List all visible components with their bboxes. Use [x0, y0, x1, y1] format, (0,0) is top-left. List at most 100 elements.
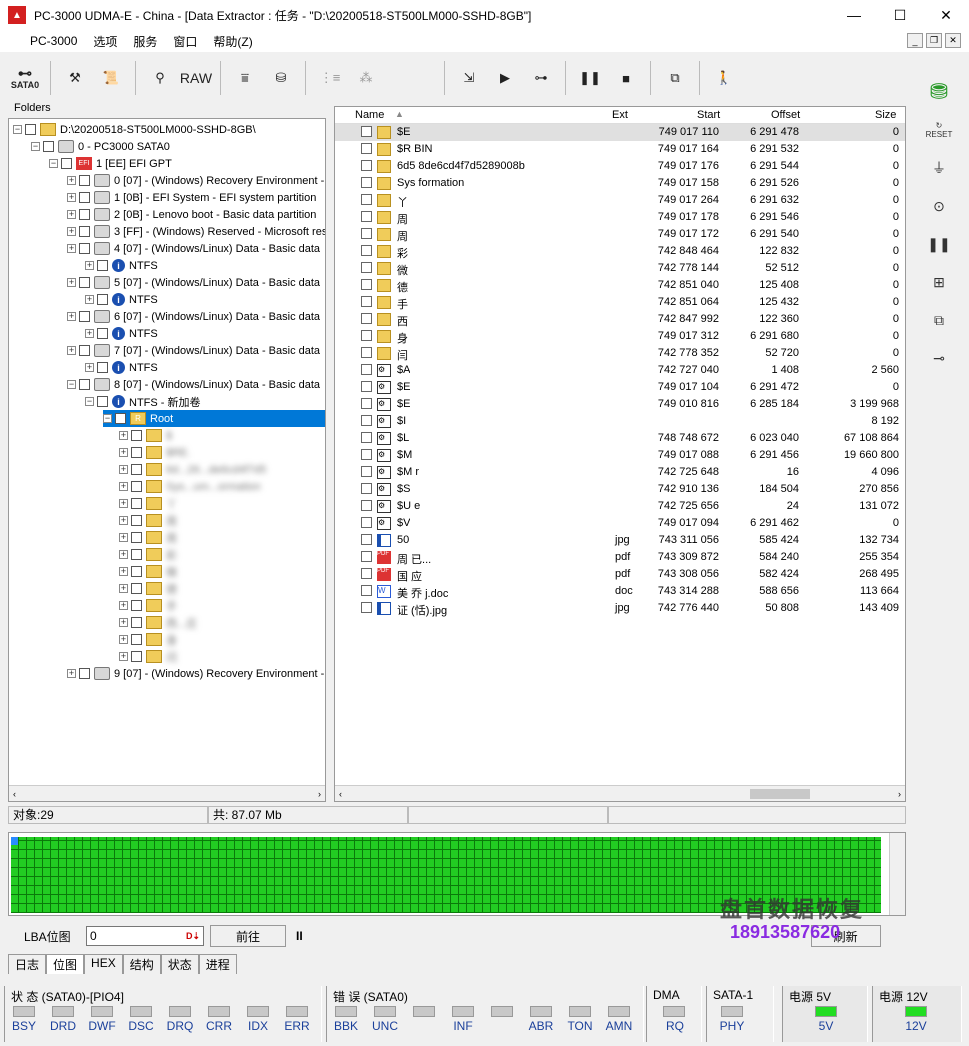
minimize-button[interactable]: —: [831, 0, 877, 30]
pause-map-button[interactable]: II: [296, 929, 303, 943]
tree-partition[interactable]: −8 [07] - (Windows/Linux) Data - Basic d…: [67, 376, 320, 393]
map-vscroll[interactable]: [889, 833, 905, 915]
tree-partition[interactable]: +0 [07] - (Windows) Recovery Environment…: [67, 172, 324, 189]
tree-subfolder[interactable]: + 周: [119, 529, 177, 546]
tree-subfolder[interactable]: + $: [119, 427, 172, 444]
file-row[interactable]: ⚙ $M r 742 725 648 16 4 096: [335, 464, 905, 481]
file-row[interactable]: $R BIN 749 017 164 6 291 532 0: [335, 141, 905, 158]
file-row[interactable]: Sys formation 749 017 158 6 291 526 0: [335, 175, 905, 192]
file-row[interactable]: 50 jpg 743 311 056 585 424 132 734: [335, 532, 905, 549]
file-row[interactable]: ⚙ $S 742 910 136 184 504 270 856: [335, 481, 905, 498]
file-row[interactable]: ⚙ $A 742 727 040 1 408 2 560: [335, 362, 905, 379]
tree-partition[interactable]: +9 [07] - (Windows) Recovery Environment…: [67, 665, 324, 682]
tree-subfolder[interactable]: + Sys...um...ormation: [119, 478, 261, 495]
file-row[interactable]: 周 749 017 178 6 291 546 0: [335, 209, 905, 226]
close-button[interactable]: ✕: [923, 0, 969, 30]
file-row[interactable]: PDF 周 已... pdf 743 309 872 584 240 255 354: [335, 549, 905, 566]
scroll-left-icon[interactable]: ‹: [339, 789, 342, 799]
tab-process[interactable]: 进程: [198, 954, 237, 974]
tree-subfolder[interactable]: + 周: [119, 512, 177, 529]
menu-pc3000[interactable]: PC-3000: [0, 34, 85, 48]
mdi-minimize-icon[interactable]: _: [907, 33, 923, 48]
goto-button[interactable]: 前往: [210, 925, 286, 947]
reset-icon[interactable]: ↻ RESET: [921, 114, 957, 146]
file-row[interactable]: $E 749 017 110 6 291 478 0: [335, 124, 905, 141]
file-row[interactable]: 6d5 8de6cd4f7d5289008b 749 017 176 6 291 5…: [335, 158, 905, 175]
tree-partition[interactable]: +3 [FF] - (Windows) Reserved - Microsoft…: [67, 223, 325, 240]
tree-partition[interactable]: +2 [0B] - Lenovo boot - Basic data parti…: [67, 206, 316, 223]
export-icon[interactable]: ⇲: [451, 60, 487, 96]
binoculars-icon[interactable]: ⚲: [142, 60, 178, 96]
file-row[interactable]: 彩 742 848 464 122 832 0: [335, 243, 905, 260]
tree-gpt[interactable]: − EFI 1 [EE] EFI GPT: [49, 155, 172, 172]
copy-window-icon[interactable]: ⧉: [657, 60, 693, 96]
network-icon[interactable]: ⊶: [523, 60, 559, 96]
file-row[interactable]: 证 (恬).jpg jpg 742 776 440 50 808 143 409: [335, 600, 905, 617]
tools-icon[interactable]: ⚒: [57, 60, 93, 96]
pause-icon[interactable]: ❚❚: [572, 60, 608, 96]
file-row[interactable]: ⚙ $I 8 192: [335, 413, 905, 430]
script-icon[interactable]: 📜: [93, 60, 129, 96]
file-row[interactable]: ⚙ $E 749 017 104 6 291 472 0: [335, 379, 905, 396]
scroll-right-icon[interactable]: ›: [898, 789, 901, 799]
file-row[interactable]: 闫 742 778 352 52 720 0: [335, 345, 905, 362]
tab-bitmap[interactable]: 位图: [46, 954, 85, 974]
tree-subfolder[interactable]: + 手: [119, 597, 177, 614]
file-row[interactable]: 西 742 847 992 122 360 0: [335, 311, 905, 328]
menu-options[interactable]: 选项: [85, 33, 125, 50]
col-offset[interactable]: Offset: [771, 109, 800, 121]
file-row[interactable]: W 美 乔 j.doc doc 743 314 288 588 656 113 664: [335, 583, 905, 600]
tree-subfolder[interactable]: + 德: [119, 580, 177, 597]
file-row[interactable]: ⚙ $V 749 017 094 6 291 462 0: [335, 515, 905, 532]
col-size[interactable]: Size: [875, 109, 896, 121]
col-ext[interactable]: Ext: [612, 109, 628, 121]
tree-root-folder[interactable]: − R Root: [103, 410, 325, 427]
pause-right-icon[interactable]: ❚❚: [921, 228, 957, 260]
menu-service[interactable]: 服务: [125, 33, 165, 50]
file-row[interactable]: ⚙ $L 748 748 672 6 023 040 67 108 864: [335, 430, 905, 447]
file-row[interactable]: 周 749 017 172 6 291 540 0: [335, 226, 905, 243]
scroll-right-icon[interactable]: ›: [318, 789, 321, 799]
tab-log[interactable]: 日志: [8, 954, 47, 974]
tree-subfolder[interactable]: + 身: [119, 631, 177, 648]
tree-partition[interactable]: +7 [07] - (Windows/Linux) Data - Basic d…: [67, 342, 320, 359]
tree-subfolder[interactable]: + 彩: [119, 546, 177, 563]
stop-icon[interactable]: ■: [608, 60, 644, 96]
lba-input[interactable]: 0 D⇣: [86, 926, 204, 946]
mdi-restore-icon[interactable]: ❐: [926, 33, 942, 48]
file-row[interactable]: ⚙ $E 749 010 816 6 285 184 3 199 968: [335, 396, 905, 413]
scroll-left-icon[interactable]: ‹: [13, 789, 16, 799]
file-row[interactable]: 手 742 851 064 125 432 0: [335, 294, 905, 311]
copy-close-icon[interactable]: ⧉: [921, 304, 957, 336]
col-name[interactable]: Name: [355, 109, 384, 121]
io-icon[interactable]: ⊙: [921, 190, 957, 222]
tree-ntfs[interactable]: + i NTFS: [85, 257, 158, 274]
lba-dropdown-icon[interactable]: D⇣: [186, 931, 203, 942]
tree-partition[interactable]: +5 [07] - (Windows/Linux) Data - Basic d…: [67, 274, 320, 291]
database-icon[interactable]: ⛃: [921, 76, 957, 108]
tree-ntfs[interactable]: − i NTFS - 新加卷: [85, 393, 201, 410]
bus-icon[interactable]: ⊞: [921, 266, 957, 298]
folders-hscroll[interactable]: ‹ ›: [9, 785, 325, 801]
power-tree-icon[interactable]: ⏚: [921, 152, 957, 184]
raw-button[interactable]: RAW: [178, 60, 214, 96]
folders-tree[interactable]: − D:\20200518-ST500LM000-SSHD-8GB\ −0 - P…: [8, 118, 326, 802]
tab-status[interactable]: 状态: [160, 954, 199, 974]
file-row[interactable]: PDF 国 应 pdf 743 308 056 582 424 268 495: [335, 566, 905, 583]
mdi-close-icon[interactable]: ✕: [945, 33, 961, 48]
file-row[interactable]: 身 749 017 312 6 291 680 0: [335, 328, 905, 345]
file-row[interactable]: 丫 749 017 264 6 291 632 0: [335, 192, 905, 209]
tree-partition[interactable]: +1 [0B] - EFI System - EFI system partit…: [67, 189, 316, 206]
maximize-button[interactable]: ☐: [877, 0, 923, 30]
file-row[interactable]: ⚙ $U e 742 725 656 24 131 072: [335, 498, 905, 515]
exit-icon[interactable]: 🚶: [706, 60, 742, 96]
tree-subfolder[interactable]: +6d...26...de6cd4f7d5: [119, 461, 266, 478]
tree-partition[interactable]: +4 [07] - (Windows/Linux) Data - Basic d…: [67, 240, 320, 257]
files-hscroll[interactable]: ‹ ›: [335, 785, 905, 801]
tree-subfolder[interactable]: + 丫: [119, 495, 177, 512]
tab-structure[interactable]: 结构: [122, 954, 161, 974]
tree-root[interactable]: − D:\20200518-ST500LM000-SSHD-8GB\: [13, 121, 256, 138]
tree-subfolder[interactable]: + $RE.: [119, 444, 190, 461]
tree-ntfs[interactable]: + i NTFS: [85, 359, 158, 376]
sata0-button[interactable]: ⊷ SATA0: [6, 60, 44, 96]
